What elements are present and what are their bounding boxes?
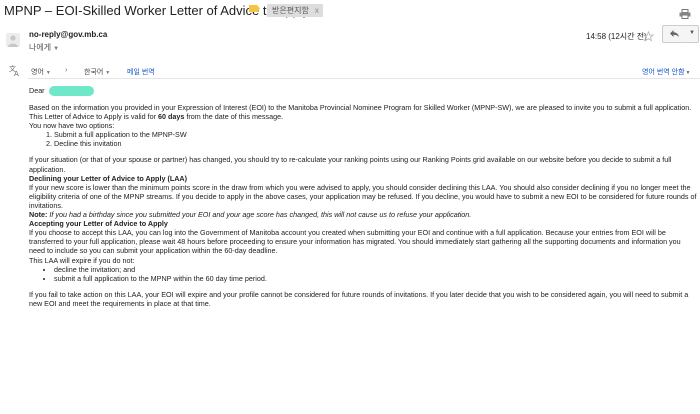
never-translate-label: 영어 번역 안함: [642, 69, 685, 76]
paragraph-validity: This Letter of Advice to Apply is valid …: [29, 112, 697, 121]
chevron-down-icon: ▼: [105, 70, 111, 76]
print-icon[interactable]: [679, 6, 691, 24]
validity-days: 60 days: [158, 112, 185, 122]
star-icon[interactable]: [642, 29, 655, 47]
note-label: Note:: [29, 210, 48, 220]
sender-address[interactable]: no-reply@gov.mb.ca: [29, 30, 107, 39]
translate-message-link[interactable]: 메일 번역: [127, 67, 155, 77]
paragraph-note: Note: If you had a birthday since you su…: [29, 210, 697, 219]
list-item: decline the invitation; and: [54, 265, 697, 274]
paragraph-fail: If you fail to take action on this LAA, …: [29, 289, 689, 308]
validity-text-after: from the date of this message.: [184, 112, 284, 122]
paragraph-intro: Based on the information you provided in…: [29, 103, 692, 112]
chevron-down-icon: ▼: [685, 70, 691, 76]
paragraph-options: You now have two options:: [29, 121, 115, 131]
source-language-select[interactable]: 영어 ▼: [31, 67, 51, 77]
source-language-label: 영어: [31, 69, 44, 76]
heading-declining: Declining your Letter of Advice to Apply…: [29, 173, 187, 183]
recipient-line[interactable]: 나에게 ▼: [29, 42, 59, 53]
target-language-label: 한국어: [84, 69, 104, 76]
paragraph-situation: If your situation (or that of your spous…: [29, 155, 672, 174]
validity-text-before: This Letter of Advice to Apply is valid …: [29, 112, 159, 122]
greeting-text: Dear: [29, 86, 45, 96]
more-actions-button[interactable]: ▼: [686, 25, 699, 43]
list-item: Submit a full application to the MPNP-SW: [54, 130, 697, 139]
expire-list: decline the invitation; and submit a ful…: [29, 265, 697, 283]
divider: [28, 78, 700, 79]
target-language-select[interactable]: 한국어 ▼: [84, 67, 110, 77]
note-text: If you had a birthday since you submitte…: [47, 210, 472, 220]
list-item: Decline this invitation: [54, 139, 697, 148]
inbox-label-chip[interactable]: 받은편지함 x: [267, 4, 323, 17]
paragraph-accepting: If you choose to accept this LAA, you ca…: [29, 228, 681, 256]
heading-accepting: Accepting your Letter of Advice to Apply: [29, 219, 168, 229]
inbox-label-text: 받은편지함: [272, 6, 309, 15]
chevron-down-icon: ▼: [689, 30, 695, 36]
greeting: Dear: [29, 86, 697, 96]
chevron-down-icon: ▼: [45, 70, 51, 76]
svg-text:A: A: [14, 70, 19, 76]
label-tag-icon[interactable]: [248, 4, 261, 13]
message-body: Dear Based on the information you provid…: [29, 86, 697, 308]
translate-icon: 文 A: [9, 64, 21, 78]
recipient-text: 나에게: [29, 43, 52, 52]
subject-row: MPNP – EOI-Skilled Worker Letter of Advi…: [0, 0, 700, 22]
list-item: submit a full application to the MPNP wi…: [54, 274, 697, 283]
remove-label-icon[interactable]: x: [315, 6, 319, 15]
chevron-down-icon[interactable]: ▼: [53, 46, 59, 52]
redacted-name: [48, 86, 94, 96]
email-subject: MPNP – EOI-Skilled Worker Letter of Advi…: [4, 3, 310, 18]
paragraph-declining: If your new score is lower than the mini…: [29, 182, 697, 210]
paragraph-expire: This LAA will expire if you do not:: [29, 255, 135, 265]
reply-button[interactable]: [662, 25, 687, 43]
person-icon: [6, 33, 20, 47]
reply-icon: [670, 30, 679, 37]
never-translate-link[interactable]: 영어 번역 안함▼: [642, 67, 690, 77]
message-time: 14:58 (12시간 전): [586, 32, 647, 41]
arrow-right-icon: ›: [65, 67, 68, 74]
options-list: Submit a full application to the MPNP-SW…: [29, 130, 697, 148]
